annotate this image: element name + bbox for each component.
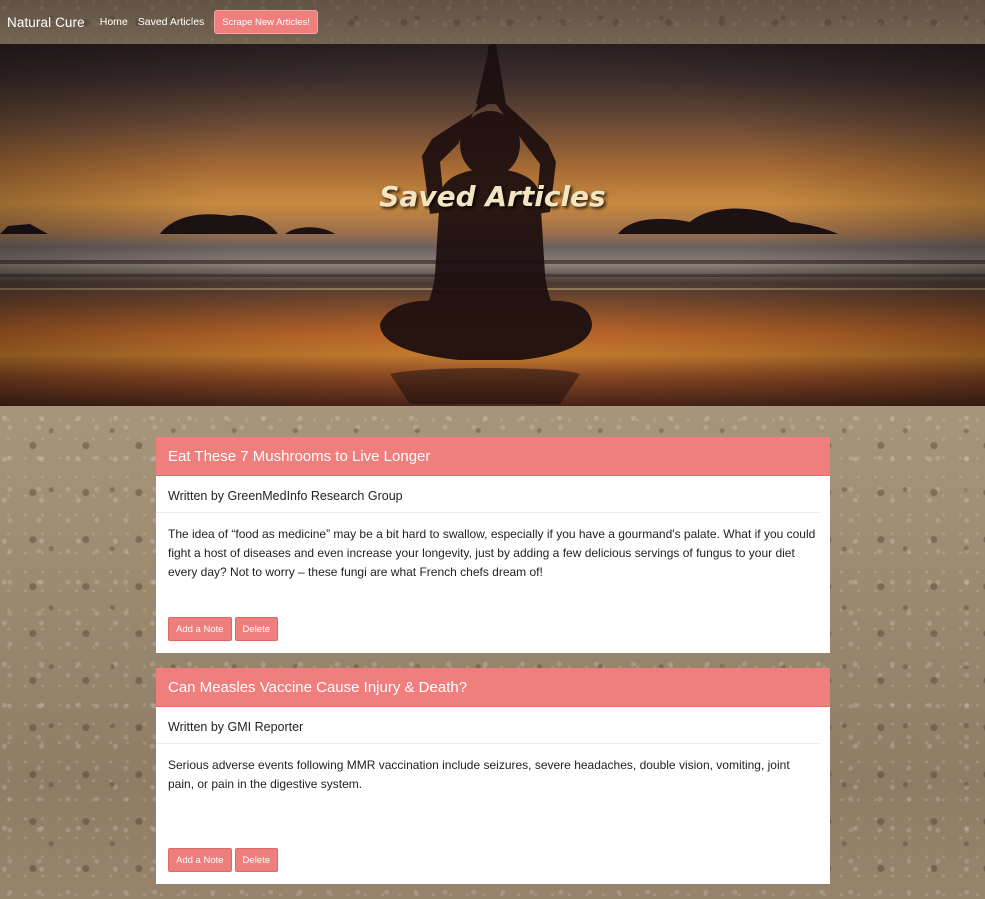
hero-banner: Saved Articles xyxy=(0,44,985,406)
article-author: Written by GMI Reporter xyxy=(156,707,820,744)
article-card: Can Measles Vaccine Cause Injury & Death… xyxy=(156,668,830,884)
add-note-button[interactable]: Add a Note xyxy=(168,617,232,641)
add-note-button[interactable]: Add a Note xyxy=(168,848,232,872)
navbar: Natural Cure Home Saved Articles Scrape … xyxy=(0,0,985,44)
article-summary: The idea of “food as medicine” may be a … xyxy=(168,527,816,579)
brand-logo[interactable]: Natural Cure xyxy=(7,15,85,30)
nav-link-saved-articles[interactable]: Saved Articles xyxy=(138,16,205,28)
article-title[interactable]: Can Measles Vaccine Cause Injury & Death… xyxy=(156,668,830,707)
article-card: Eat These 7 Mushrooms to Live Longer Wri… xyxy=(156,437,830,653)
delete-button[interactable]: Delete xyxy=(234,617,279,641)
scrape-articles-button[interactable]: Scrape New Articles! xyxy=(214,10,318,34)
articles-list: Eat These 7 Mushrooms to Live Longer Wri… xyxy=(156,437,830,899)
page-title: Saved Articles xyxy=(379,180,606,213)
article-actions: Add a Note Delete xyxy=(156,609,830,653)
article-summary: Serious adverse events following MMR vac… xyxy=(168,758,790,791)
article-title[interactable]: Eat These 7 Mushrooms to Live Longer xyxy=(156,437,830,476)
article-author: Written by GreenMedInfo Research Group xyxy=(156,476,820,513)
delete-button[interactable]: Delete xyxy=(234,848,279,872)
nav-link-home[interactable]: Home xyxy=(100,16,128,28)
article-actions: Add a Note Delete xyxy=(156,840,830,884)
